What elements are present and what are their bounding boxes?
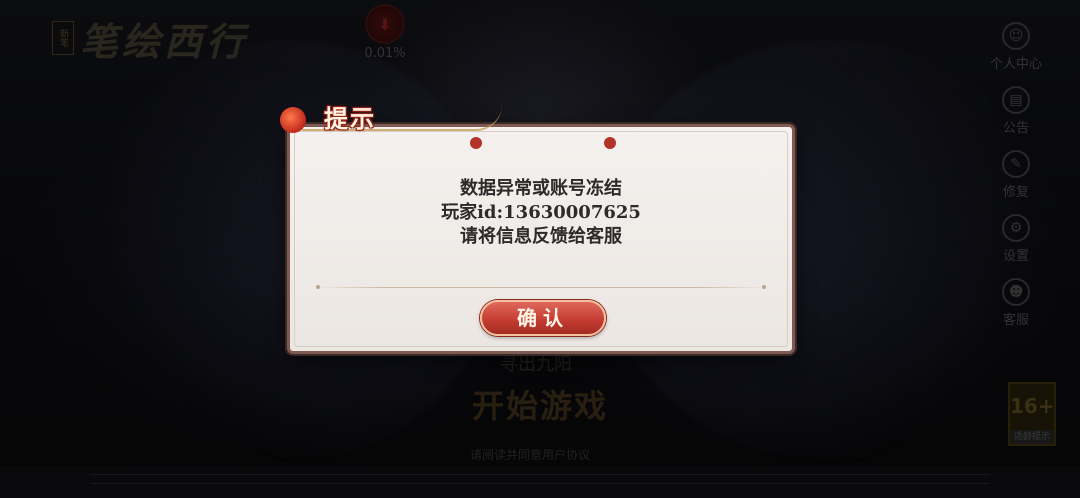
message-line: 数据异常或账号冻结 xyxy=(460,178,622,199)
button-ornament-left xyxy=(470,137,482,149)
confirm-button[interactable]: 确认 xyxy=(480,300,606,336)
button-ornament-right xyxy=(604,137,616,149)
message-line: 玩家id:13630007625 xyxy=(441,202,641,223)
message-line: 请将信息反馈给客服 xyxy=(460,226,622,247)
alert-dialog: 提示 数据异常或账号冻结 玩家id:13630007625 请将信息反馈给客服 … xyxy=(280,104,795,354)
dialog-title: 提示 xyxy=(324,104,376,133)
dialog-message: 数据异常或账号冻结 玩家id:13630007625 请将信息反馈给客服 xyxy=(290,177,792,249)
dialog-divider xyxy=(316,285,766,289)
